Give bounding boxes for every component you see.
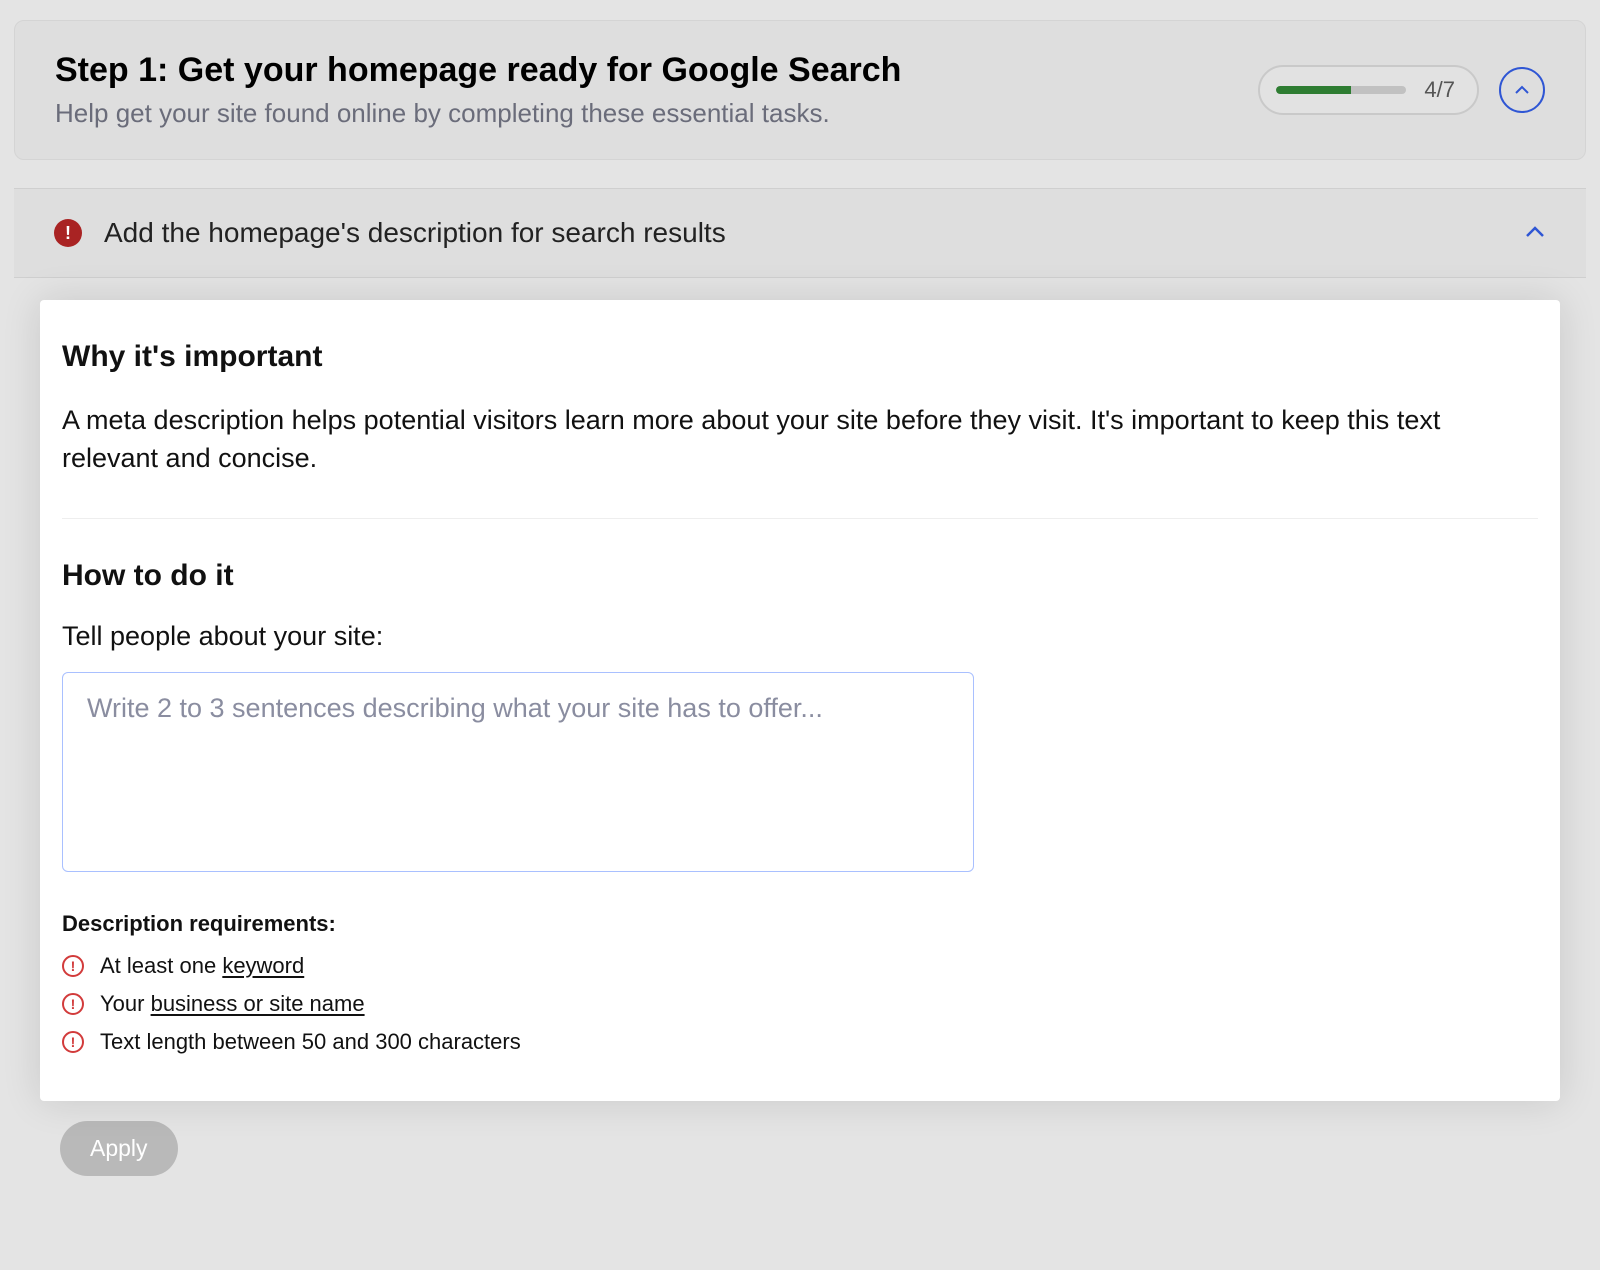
- step-subtitle: Help get your site found online by compl…: [55, 98, 901, 129]
- requirement-item: ! At least one keyword: [62, 953, 1538, 979]
- progress-track: [1276, 86, 1406, 94]
- meta-description-input[interactable]: [62, 672, 974, 872]
- task-detail-panel: Why it's important A meta description he…: [40, 300, 1560, 1101]
- requirement-text: At least one keyword: [100, 953, 304, 979]
- task-row[interactable]: ! Add the homepage's description for sea…: [14, 188, 1586, 278]
- step-progress-group: 4/7: [1258, 65, 1545, 115]
- task-title: Add the homepage's description for searc…: [104, 217, 726, 249]
- why-body: A meta description helps potential visit…: [62, 402, 1538, 478]
- chevron-up-icon: [1514, 83, 1530, 98]
- business-name-link[interactable]: business or site name: [151, 991, 365, 1016]
- divider: [62, 518, 1538, 519]
- apply-area: Apply: [60, 1121, 1586, 1176]
- chevron-up-icon: [1524, 223, 1546, 244]
- requirements-heading: Description requirements:: [62, 911, 1538, 937]
- step-text-group: Step 1: Get your homepage ready for Goog…: [55, 51, 901, 129]
- how-sub: Tell people about your site:: [62, 621, 1538, 652]
- apply-button[interactable]: Apply: [60, 1121, 178, 1176]
- progress-pill: 4/7: [1258, 65, 1479, 115]
- requirement-item: ! Your business or site name: [62, 991, 1538, 1017]
- task-left: ! Add the homepage's description for sea…: [54, 217, 726, 249]
- why-heading: Why it's important: [62, 340, 1538, 374]
- error-icon: !: [62, 1031, 84, 1053]
- collapse-step-button[interactable]: [1499, 67, 1545, 113]
- progress-fill: [1276, 86, 1350, 94]
- keyword-link[interactable]: keyword: [222, 953, 304, 978]
- requirement-text: Text length between 50 and 300 character…: [100, 1029, 521, 1055]
- alert-icon: !: [54, 219, 82, 247]
- requirement-text: Your business or site name: [100, 991, 365, 1017]
- requirement-item: ! Text length between 50 and 300 charact…: [62, 1029, 1538, 1055]
- progress-label: 4/7: [1424, 77, 1455, 103]
- error-icon: !: [62, 955, 84, 977]
- step-title: Step 1: Get your homepage ready for Goog…: [55, 51, 901, 90]
- error-icon: !: [62, 993, 84, 1015]
- step-header: Step 1: Get your homepage ready for Goog…: [14, 20, 1586, 160]
- how-heading: How to do it: [62, 559, 1538, 593]
